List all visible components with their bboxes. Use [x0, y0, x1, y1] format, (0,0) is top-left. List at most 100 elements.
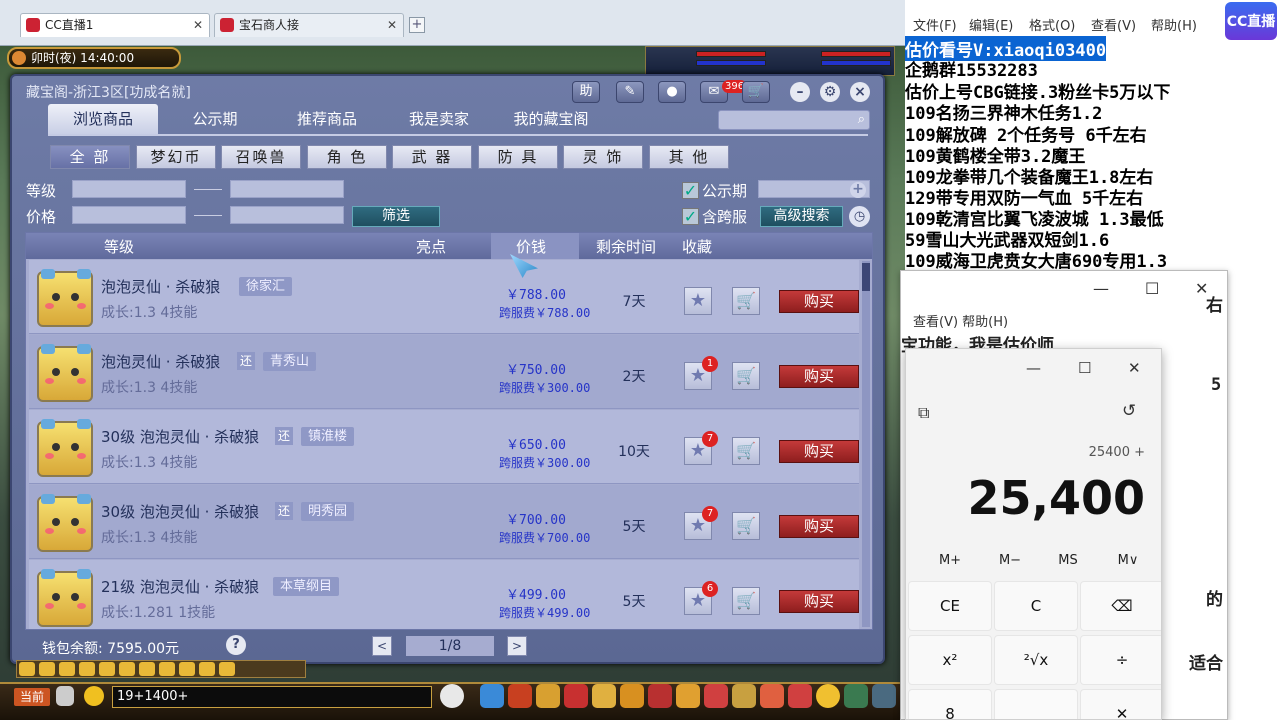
close-tab-icon[interactable]: ✕	[193, 14, 203, 36]
buy-button[interactable]: 购买	[779, 515, 859, 538]
system-icon[interactable]	[844, 684, 868, 708]
menu-edit[interactable]: 编辑(E)	[969, 15, 1013, 34]
cart-icon[interactable]: 🛒	[742, 81, 770, 103]
add-to-cart-icon[interactable]: 🛒	[732, 437, 760, 465]
arrow-icon[interactable]	[79, 662, 95, 676]
history-icon[interactable]: ↺	[1122, 401, 1136, 421]
category-other[interactable]: 其 他	[649, 145, 729, 169]
record-icon[interactable]: ●	[658, 81, 686, 103]
price-max-input[interactable]	[230, 206, 344, 224]
settings-gear-icon[interactable]: ⚙	[820, 82, 840, 102]
maximize-icon[interactable]: ☐	[1078, 359, 1091, 377]
chat-icon[interactable]	[179, 662, 195, 676]
mall-icon[interactable]	[788, 684, 812, 708]
public-period-checkbox[interactable]: ✓	[682, 182, 699, 199]
menu-view[interactable]: 查看(V)	[1091, 15, 1136, 34]
clock-icon[interactable]: ◷	[849, 206, 870, 227]
menu-format[interactable]: 格式(O)	[1029, 15, 1075, 34]
add-icon[interactable]: +	[850, 182, 866, 198]
category-weapon[interactable]: 武 器	[392, 145, 472, 169]
calc-key-button[interactable]	[994, 689, 1078, 719]
browser-tab-gem-merchant[interactable]: 宝石商人接 ✕	[214, 13, 404, 37]
pet-name[interactable]: 30级 泡泡灵仙 · 杀破狼	[101, 501, 259, 522]
arrow-icon[interactable]	[19, 662, 35, 676]
memory-subtract-button[interactable]: M−	[990, 553, 1030, 568]
arrow-icon[interactable]	[39, 662, 55, 676]
menu-help[interactable]: 帮助(H)	[1151, 15, 1197, 34]
help-button[interactable]: 助	[572, 81, 600, 103]
header-level[interactable]: 等级	[104, 236, 134, 257]
advanced-search-button[interactable]: 高级搜索	[760, 206, 843, 227]
pet-name[interactable]: 泡泡灵仙 · 杀破狼	[101, 276, 220, 297]
bag-icon[interactable]	[508, 684, 532, 708]
clear-button[interactable]: C	[994, 581, 1078, 631]
buy-button[interactable]: 购买	[779, 440, 859, 463]
pet-name[interactable]: 21级 泡泡灵仙 · 杀破狼	[101, 576, 259, 597]
memory-store-button[interactable]: MS	[1048, 553, 1088, 568]
menu-icon[interactable]	[219, 662, 235, 676]
prev-page-button[interactable]: <	[372, 636, 392, 656]
zoom-icon[interactable]	[119, 662, 135, 676]
emoji-icon[interactable]	[84, 686, 104, 706]
category-summon-beast[interactable]: 召唤兽	[221, 145, 301, 169]
tab-recommended[interactable]: 推荐商品	[272, 104, 382, 134]
category-accessory[interactable]: 灵 饰	[563, 145, 643, 169]
chat-icon[interactable]	[199, 662, 215, 676]
close-icon[interactable]: ✕	[1128, 359, 1141, 377]
add-to-cart-icon[interactable]: 🛒	[732, 362, 760, 390]
search-input[interactable]: ⌕	[718, 110, 870, 130]
help-question-icon[interactable]: ?	[226, 635, 246, 655]
new-tab-button[interactable]: +	[409, 17, 425, 33]
divide-button[interactable]: ÷	[1080, 635, 1161, 685]
memory-list-button[interactable]: M∨	[1108, 553, 1148, 568]
current-channel-button[interactable]: 当前	[14, 688, 50, 706]
add-to-cart-icon[interactable]: 🛒	[732, 587, 760, 615]
list-item[interactable]: 泡泡灵仙 · 杀破狼 徐家汇 成长:1.3 4技能 ￥788.00 跨服费￥78…	[29, 260, 859, 334]
digit-8-button[interactable]: 8	[908, 689, 992, 719]
buy-button[interactable]: 购买	[779, 365, 859, 388]
backspace-icon[interactable]: ⌫	[1080, 581, 1161, 631]
map-icon[interactable]	[732, 684, 756, 708]
chat-input[interactable]: 19+1400+	[112, 686, 432, 708]
tab-public-period[interactable]: 公示期	[160, 104, 270, 134]
settings-icon[interactable]	[872, 684, 896, 708]
tab-browse-goods[interactable]: 浏览商品	[48, 104, 158, 134]
gift-icon[interactable]	[536, 684, 560, 708]
skill-icon[interactable]	[592, 684, 616, 708]
trumpet-icon[interactable]	[159, 662, 175, 676]
close-icon[interactable]: ×	[850, 82, 870, 102]
close-tab-icon[interactable]: ✕	[387, 14, 397, 36]
scrollbar-thumb[interactable]	[862, 263, 870, 291]
search-icon[interactable]: ⌕	[858, 112, 865, 127]
list-item[interactable]: 21级 泡泡灵仙 · 杀破狼 本草纲目 成长:1.281 1技能 ￥499.00…	[29, 560, 859, 629]
category-all[interactable]: 全 部	[50, 145, 130, 169]
header-remaining-time[interactable]: 剩余时间	[596, 236, 656, 257]
sword-icon[interactable]	[480, 684, 504, 708]
tab-my-pavilion[interactable]: 我的藏宝阁	[496, 104, 606, 134]
edit-icon[interactable]: ✎	[616, 81, 644, 103]
menu-file[interactable]: 文件(F)	[913, 15, 957, 34]
list-item[interactable]: 30级 泡泡灵仙 · 杀破狼 还 镇淮楼 成长:1.3 4技能 ￥650.00 …	[29, 410, 859, 484]
add-to-cart-icon[interactable]: 🛒	[732, 287, 760, 315]
category-armor[interactable]: 防 具	[478, 145, 558, 169]
search-icon[interactable]	[99, 662, 115, 676]
square-button[interactable]: x²	[908, 635, 992, 685]
multiply-button[interactable]: ✕	[1080, 689, 1161, 719]
next-page-button[interactable]: >	[507, 636, 527, 656]
category-game-coin[interactable]: 梦幻币	[136, 145, 216, 169]
header-price[interactable]: 价钱	[516, 236, 546, 257]
memory-add-button[interactable]: M+	[930, 553, 970, 568]
list-item[interactable]: 泡泡灵仙 · 杀破狼 还 青秀山 成长:1.3 4技能 ￥750.00 跨服费￥…	[29, 335, 859, 409]
lock-icon[interactable]	[139, 662, 155, 676]
level-min-input[interactable]	[72, 180, 186, 198]
clear-entry-button[interactable]: CE	[908, 581, 992, 631]
microphone-icon[interactable]	[56, 686, 74, 706]
notepad-line[interactable]: 109威海卫虎贲女大唐690专用1.3	[905, 247, 1167, 272]
activity-icon[interactable]	[760, 684, 784, 708]
level-max-input[interactable]	[230, 180, 344, 198]
team-icon[interactable]	[564, 684, 588, 708]
favorite-star-icon[interactable]: ★	[684, 287, 712, 315]
category-role[interactable]: 角 色	[307, 145, 387, 169]
keep-on-top-icon[interactable]: ⧉	[918, 403, 929, 423]
pet-name[interactable]: 30级 泡泡灵仙 · 杀破狼	[101, 426, 259, 447]
